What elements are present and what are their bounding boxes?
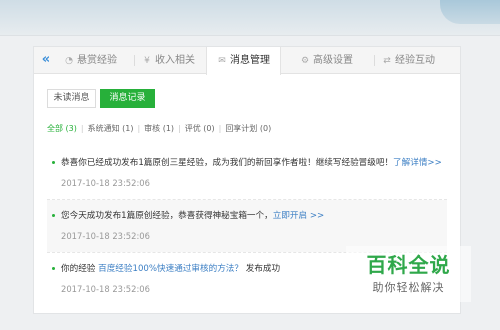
- tab-divider: [134, 55, 135, 66]
- tab-reward-experience[interactable]: ◔ 悬赏经验: [64, 47, 117, 74]
- unread-messages-button[interactable]: 未读消息: [47, 89, 96, 108]
- message-records-button[interactable]: 消息记录: [100, 89, 155, 108]
- tab-experience-interaction[interactable]: ⇄ 经验互动: [382, 47, 435, 74]
- yen-icon: ¥: [144, 56, 150, 66]
- watermark-title: 百科全说: [366, 253, 451, 277]
- filter-separator: |: [137, 124, 141, 133]
- message-text: 您今天成功发布1篇原创经验，恭喜获得神秘宝箱一个，立即开启 >>: [61, 209, 324, 221]
- filter-all[interactable]: 全部 (3): [47, 123, 77, 134]
- tab-bar: « ◔ 悬赏经验 ¥ 收入相关 ✉ 消息管理 ⚙ 高级设置 ⇄ 经验互动: [34, 47, 460, 75]
- tab-label: 经验互动: [395, 55, 435, 66]
- filter-excellence[interactable]: 评优 (0): [185, 123, 215, 134]
- message-body: 您今天成功发布1篇原创经验，恭喜获得神秘宝箱一个，: [61, 211, 273, 221]
- exchange-icon: ⇄: [383, 56, 391, 66]
- message-item: 恭喜你已经成功发布1篇原创三星经验，成为我们的新回享作者啦！继续写经验冒级吧！了…: [47, 147, 447, 199]
- filter-separator: |: [178, 124, 181, 133]
- filter-separator: |: [218, 124, 222, 133]
- gear-icon: ⚙: [300, 56, 310, 66]
- learn-more-link[interactable]: 了解详情>>: [393, 158, 442, 168]
- tab-label: 悬赏经验: [77, 55, 117, 66]
- tab-divider: [374, 55, 375, 66]
- watermark-subtitle: 助你轻松解决: [372, 281, 445, 294]
- message-text: 恭喜你已经成功发布1篇原创三星经验，成为我们的新回享作者啦！继续写经验冒级吧！了…: [61, 156, 442, 168]
- filter-share-plan[interactable]: 回享计划 (0): [225, 123, 271, 134]
- watermark-logo: 百科全说 助你轻松解决: [346, 246, 471, 302]
- bullet-dot: [52, 214, 55, 217]
- message-item: 您今天成功发布1篇原创经验，恭喜获得神秘宝箱一个，立即开启 >> 2017-10…: [47, 200, 447, 252]
- filter-separator: |: [80, 124, 84, 133]
- double-chevron-left-icon[interactable]: «: [38, 52, 54, 68]
- header-decoration: [440, 0, 500, 24]
- message-body: 你的经验: [61, 264, 99, 274]
- open-now-link[interactable]: 立即开启 >>: [273, 211, 325, 221]
- bullet-dot: [52, 267, 55, 270]
- tab-label: 高级设置: [313, 55, 353, 66]
- message-body: 恭喜你已经成功发布1篇原创三星经验，成为我们的新回享作者啦！继续写经验冒级吧！: [61, 158, 394, 168]
- message-filter-bar: 全部 (3) | 系统通知 (1) | 审核 (1) | 评优 (0) | 回享计划 (0): [47, 123, 271, 134]
- message-text: 你的经验 百度经验100%快速通过审核的方法？ 发布成功: [61, 262, 280, 274]
- mail-icon: ✉: [218, 56, 226, 66]
- tab-income[interactable]: ¥ 收入相关: [142, 47, 195, 74]
- filter-review[interactable]: 审核 (1): [144, 123, 174, 134]
- reward-icon: ◔: [65, 56, 73, 66]
- message-timestamp: 2017-10-18 23:52:06: [61, 231, 150, 241]
- bullet-dot: [52, 161, 55, 164]
- tab-label: 消息管理: [230, 55, 270, 66]
- tab-advanced-settings[interactable]: ⚙ 高级设置: [300, 47, 353, 74]
- tab-label: 收入相关: [155, 55, 195, 66]
- filter-system-notice[interactable]: 系统通知 (1): [88, 123, 134, 134]
- message-timestamp: 2017-10-18 23:52:06: [61, 178, 150, 188]
- message-suffix: 发布成功: [243, 264, 281, 274]
- experience-title-link[interactable]: 百度经验100%快速通过审核的方法？: [98, 264, 243, 274]
- top-header-strip: [0, 0, 500, 36]
- message-timestamp: 2017-10-18 23:52:06: [61, 284, 150, 294]
- tab-message-management[interactable]: ✉ 消息管理: [206, 47, 281, 75]
